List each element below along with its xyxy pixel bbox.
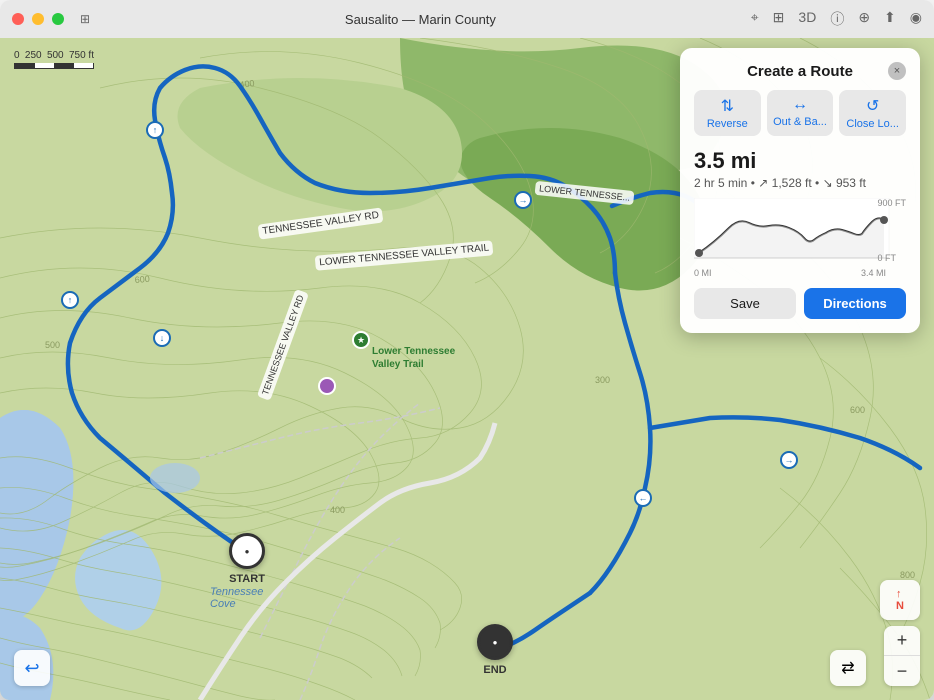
panel-title: Create a Route <box>712 63 888 80</box>
reverse-icon: ⇅ <box>721 96 734 116</box>
close-loop-button[interactable]: ↺ Close Lo... <box>839 90 906 136</box>
poi-marker-lower-tennessee[interactable]: ★ <box>352 331 370 349</box>
scale-segment-light2 <box>74 63 94 68</box>
panel-header: Create a Route × <box>694 62 906 80</box>
out-back-label: Out & Ba... <box>773 116 827 128</box>
stat-distance: 3.5 mi <box>694 148 906 174</box>
direction-arrow-1: ↑ <box>146 121 164 139</box>
direction-arrow-5: ← <box>634 489 652 507</box>
save-button[interactable]: Save <box>694 288 796 319</box>
route-actions: ⇅ Reverse ↔ Out & Ba... ↺ Close Lo... <box>694 90 906 136</box>
route-panel: Create a Route × ⇅ Reverse ↔ Out & Ba...… <box>680 48 920 333</box>
reverse-label: Reverse <box>707 118 748 130</box>
elevation-labels-right: 900 FT 0 FT <box>877 198 906 263</box>
svg-text:800: 800 <box>900 570 915 580</box>
close-loop-icon: ↺ <box>866 96 879 116</box>
toolbar-icons: ⌖ ⊞ 3D ⓘ ⊕ ⬆ ◉ <box>751 9 922 29</box>
info-icon[interactable]: ⓘ <box>830 9 844 29</box>
bottom-controls: ↑N + − <box>880 580 920 686</box>
zoom-in-button[interactable]: + <box>884 626 920 656</box>
location-icon[interactable]: ⌖ <box>751 9 759 29</box>
compass-label: ↑N <box>896 588 904 612</box>
dist-end-label: 3.4 MI <box>861 268 886 278</box>
elevation-labels-bottom: 0 MI 3.4 MI <box>694 268 886 278</box>
svg-text:300: 300 <box>595 375 610 385</box>
svg-text:400: 400 <box>330 505 345 515</box>
zoom-web-icon[interactable]: ⊕ <box>858 9 870 29</box>
filter-icon: ⇄ <box>841 658 854 678</box>
minimize-button[interactable] <box>32 13 44 25</box>
elevation-chart: 900 FT 0 FT 0 MI 3.4 MI <box>694 198 906 278</box>
end-label: END <box>483 664 506 676</box>
compass[interactable]: ↑N <box>880 580 920 620</box>
water-label-tennessee-cove: TennesseeCove <box>210 586 263 610</box>
svg-text:500: 500 <box>45 340 60 350</box>
panel-buttons: Save Directions <box>694 288 906 319</box>
start-marker-container: ● START <box>229 533 265 569</box>
direction-arrow-2: → <box>514 191 532 209</box>
layers-icon[interactable]: ⊞ <box>773 9 785 29</box>
zoom-out-button[interactable]: − <box>884 656 920 686</box>
titlebar: ⊞ Sausalito — Marin County ⌖ ⊞ 3D ⓘ ⊕ ⬆ … <box>0 0 934 38</box>
end-marker-container: ● END <box>477 624 513 660</box>
stat-gain: ↗ 1,528 ft <box>758 176 811 190</box>
directions-button[interactable]: Directions <box>804 288 906 319</box>
scale-segment-dark <box>15 63 35 68</box>
poi-label-lower-tennessee: Lower TennesseeValley Trail <box>368 343 459 373</box>
3d-label[interactable]: 3D <box>798 9 816 29</box>
account-icon[interactable]: ◉ <box>910 9 922 29</box>
map-container[interactable]: 600 500 300 600 400 400 800 <box>0 38 934 700</box>
direction-arrow-4: ↓ <box>153 329 171 347</box>
window-title: Sausalito — Marin County <box>98 12 743 27</box>
start-marker: ● <box>229 533 265 569</box>
scale-segment-dark2 <box>54 63 74 68</box>
svg-text:600: 600 <box>134 274 150 285</box>
close-button[interactable] <box>12 13 24 25</box>
direction-arrow-6: → <box>780 451 798 469</box>
back-icon: ↩ <box>24 658 39 679</box>
elev-max-label: 900 FT <box>877 198 906 208</box>
map-filter-button[interactable]: ⇄ <box>830 650 866 686</box>
dist-start-label: 0 MI <box>694 268 712 278</box>
end-marker: ● <box>477 624 513 660</box>
scale-segment-light <box>35 63 55 68</box>
route-stats: 3.5 mi 2 hr 5 min • ↗ 1,528 ft • ↘ 953 f… <box>694 148 906 190</box>
reverse-button[interactable]: ⇅ Reverse <box>694 90 761 136</box>
scale-ruler <box>14 63 94 69</box>
window-icon: ⊞ <box>80 12 90 26</box>
stat-time: 2 hr 5 min <box>694 176 747 190</box>
share-icon[interactable]: ⬆ <box>884 9 896 29</box>
svg-text:600: 600 <box>850 405 865 415</box>
traffic-lights <box>12 13 64 25</box>
back-button[interactable]: ↩ <box>14 650 50 686</box>
zoom-controls: + − <box>884 626 920 686</box>
stat-detail: 2 hr 5 min • ↗ 1,528 ft • ↘ 953 ft <box>694 176 906 190</box>
scale-labels: 0 250 500 750 ft <box>14 50 94 61</box>
elev-min-label: 0 FT <box>877 253 906 263</box>
scale-bar: 0 250 500 750 ft <box>14 50 94 69</box>
start-label: START <box>229 573 265 585</box>
panel-close-button[interactable]: × <box>888 62 906 80</box>
main-window: ⊞ Sausalito — Marin County ⌖ ⊞ 3D ⓘ ⊕ ⬆ … <box>0 0 934 700</box>
maximize-button[interactable] <box>52 13 64 25</box>
out-back-button[interactable]: ↔ Out & Ba... <box>767 90 834 136</box>
close-loop-label: Close Lo... <box>846 118 899 130</box>
direction-arrow-3: ↑ <box>61 291 79 309</box>
out-back-icon: ↔ <box>792 96 808 114</box>
stat-loss: ↘ 953 ft <box>823 176 866 190</box>
stat-separator2: • <box>815 176 823 190</box>
